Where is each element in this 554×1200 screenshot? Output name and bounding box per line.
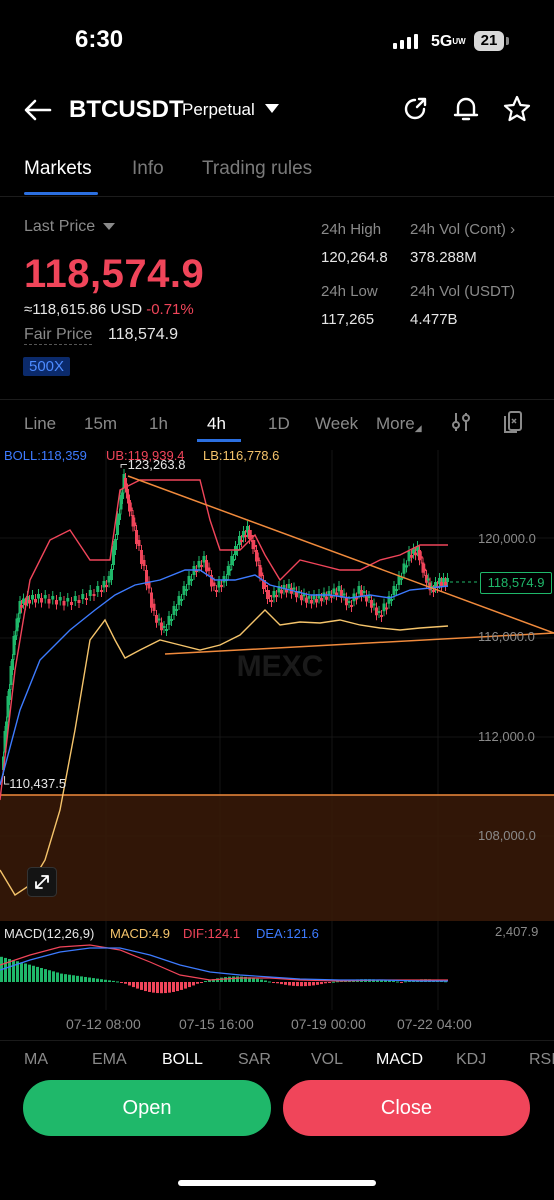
star-icon[interactable] xyxy=(502,94,532,124)
tab-info[interactable]: Info xyxy=(132,158,164,180)
interval-4h[interactable]: 4h xyxy=(207,414,226,434)
fair-price: 118,574.9 xyxy=(108,326,178,343)
bell-icon[interactable] xyxy=(451,94,481,124)
chevron-down-icon[interactable] xyxy=(265,104,279,113)
24h-high-label: 24h High xyxy=(321,221,382,238)
boll-lb-label: LB:116,778.6 xyxy=(203,448,280,463)
24h-low: 117,265 xyxy=(321,311,375,328)
boll-mid-label: BOLL:118,359 xyxy=(4,448,87,463)
indicator-boll[interactable]: BOLL xyxy=(162,1051,203,1069)
last-price: 118,574.9 xyxy=(24,252,205,296)
24h-high: 120,264.8 xyxy=(321,249,388,266)
y-label-108000: 108,000.0 xyxy=(478,828,536,843)
interval-15m[interactable]: 15m xyxy=(84,414,117,434)
close-button[interactable]: Close xyxy=(283,1080,530,1136)
back-arrow-icon[interactable] xyxy=(22,94,54,126)
fullscreen-chart-icon[interactable] xyxy=(501,409,525,435)
current-price-tag: 118,574.9 xyxy=(480,572,552,594)
more-caret-icon: ◢ xyxy=(414,423,422,433)
24h-vol-usdt-label: 24h Vol (USDT) xyxy=(410,283,516,300)
expand-icon[interactable] xyxy=(27,867,57,897)
24h-vol-cont-label[interactable]: 24h Vol (Cont) › xyxy=(410,221,515,238)
24h-vol-usdt: 4.477B xyxy=(410,311,458,328)
x-label-3: 07-19 00:00 xyxy=(291,1016,366,1032)
home-indicator xyxy=(178,1180,376,1186)
macd-value: MACD:4.9 xyxy=(110,926,170,941)
shaded-zone xyxy=(0,795,554,921)
last-price-label[interactable]: Last Price xyxy=(24,218,115,236)
leverage-badge: 500X xyxy=(23,357,71,376)
interval-more[interactable]: More◢ xyxy=(376,414,422,434)
price-divider xyxy=(0,399,554,400)
price-chart[interactable]: MEXC xyxy=(0,440,554,1040)
indicator-ma[interactable]: MA xyxy=(24,1051,48,1069)
fair-price-label[interactable]: Fair Price xyxy=(24,326,93,345)
interval-week[interactable]: Week xyxy=(315,414,358,434)
trendline-upper xyxy=(127,475,554,634)
low-marker: └110,437.5 xyxy=(0,776,67,791)
indicator-rsi[interactable]: RSI xyxy=(529,1051,554,1069)
tab-underline xyxy=(24,192,98,195)
symbol-title[interactable]: BTCUSDT xyxy=(69,96,184,124)
battery-tip xyxy=(506,37,509,45)
interval-1d[interactable]: 1D xyxy=(268,414,290,434)
x-label-2: 07-15 16:00 xyxy=(179,1016,254,1032)
watermark: MEXC xyxy=(237,650,324,683)
24h-low-label: 24h Low xyxy=(321,283,378,300)
x-label-4: 07-22 04:00 xyxy=(397,1016,472,1032)
indicator-settings-icon[interactable] xyxy=(449,410,473,434)
share-icon[interactable] xyxy=(400,94,430,124)
y-label-112000: 112,000.0 xyxy=(478,729,535,744)
x-label-1: 07-12 08:00 xyxy=(66,1016,141,1032)
battery-icon: 21 xyxy=(474,31,504,51)
tabs-divider xyxy=(0,196,554,197)
signal-icon xyxy=(393,33,419,49)
price-change: -0.71% xyxy=(146,301,194,318)
status-time: 6:30 xyxy=(75,26,124,53)
contract-type[interactable]: Perpetual xyxy=(182,100,255,120)
usd-equiv: ≈118,615.86 USD xyxy=(24,301,143,318)
indicator-vol[interactable]: VOL xyxy=(311,1051,343,1069)
indicator-kdj[interactable]: KDJ xyxy=(456,1051,486,1069)
network-sub: UW xyxy=(452,36,466,46)
high-marker: ⌐123,263.8 xyxy=(120,457,186,472)
usd-equiv-row: ≈118,615.86 USD -0.71% xyxy=(24,301,194,318)
macd-params: MACD(12,26,9) xyxy=(4,926,95,941)
caret-down-icon xyxy=(102,223,115,231)
indicator-ema[interactable]: EMA xyxy=(92,1051,127,1069)
24h-vol-cont: 378.288M xyxy=(410,249,477,266)
tab-markets[interactable]: Markets xyxy=(24,158,92,180)
indicator-macd[interactable]: MACD xyxy=(376,1051,423,1069)
chart-divider xyxy=(0,1040,554,1041)
interval-1h[interactable]: 1h xyxy=(149,414,168,434)
dea-value: DEA:121.6 xyxy=(256,926,319,941)
open-button[interactable]: Open xyxy=(23,1080,271,1136)
y-label-116000: 116,000.0 xyxy=(478,629,535,644)
indicator-sar[interactable]: SAR xyxy=(238,1051,271,1069)
y-label-120000: 120,000.0 xyxy=(478,531,536,546)
macd-scale-label: 2,407.9 xyxy=(495,924,539,939)
network-label: 5GUW xyxy=(431,33,466,50)
interval-line[interactable]: Line xyxy=(24,414,56,434)
tab-trading-rules[interactable]: Trading rules xyxy=(202,158,312,180)
chevron-right-icon: › xyxy=(510,221,516,238)
dif-value: DIF:124.1 xyxy=(183,926,241,941)
